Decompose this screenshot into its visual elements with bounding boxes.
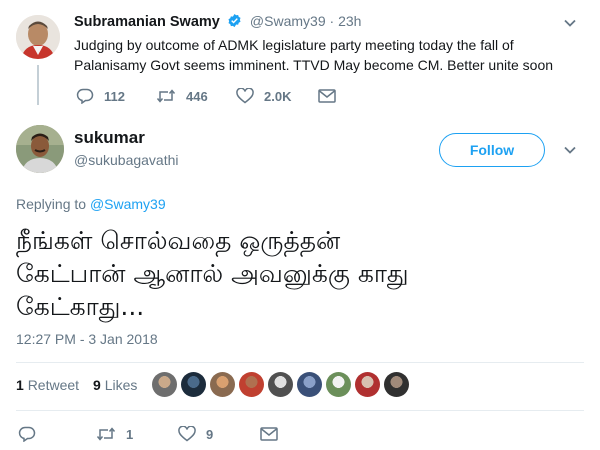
- liker-avatar[interactable]: [239, 372, 264, 397]
- divider: [16, 410, 584, 411]
- like-icon: [236, 88, 254, 104]
- parent-text-line: Palanisamy Govt seems imminent. TTVD May…: [74, 57, 554, 73]
- liker-avatar[interactable]: [210, 372, 235, 397]
- reply-icon: [76, 88, 94, 104]
- retweet-count: 1: [16, 377, 24, 393]
- main-text-line: கேட்காது...: [16, 292, 145, 321]
- parent-time[interactable]: 23h: [338, 13, 361, 29]
- follow-button[interactable]: Follow: [439, 133, 545, 167]
- liker-avatar[interactable]: [152, 372, 177, 397]
- liker-avatar[interactable]: [297, 372, 322, 397]
- retweet-button[interactable]: 1: [96, 426, 133, 442]
- parent-reply-count: 112: [104, 88, 125, 104]
- tweet-stats: 1 Retweet 9 Likes: [16, 377, 137, 393]
- liker-avatar[interactable]: [268, 372, 293, 397]
- like-icon: [178, 426, 196, 442]
- chevron-down-icon[interactable]: [562, 142, 578, 163]
- parent-message-button[interactable]: [318, 89, 346, 103]
- message-icon: [260, 427, 278, 441]
- retweet-action-count: 1: [126, 426, 134, 442]
- parent-text-line: Judging by outcome of ADMK legislature p…: [74, 37, 514, 53]
- likes-stat[interactable]: 9 Likes: [93, 377, 137, 393]
- liker-avatar[interactable]: [181, 372, 206, 397]
- likers-avatars: [152, 372, 409, 397]
- parent-like-button[interactable]: 2.0K: [236, 88, 291, 104]
- retweet-icon: [96, 427, 116, 441]
- main-handle[interactable]: @sukubagavathi: [74, 152, 179, 168]
- replying-prefix: Replying to: [16, 196, 87, 212]
- parent-retweet-button[interactable]: 446: [156, 88, 208, 104]
- thread-line: [37, 65, 39, 105]
- parent-retweet-count: 446: [186, 88, 208, 104]
- main-text-line: நீங்கள் சொல்வதை ஒருத்தன்: [16, 226, 341, 255]
- liker-avatar[interactable]: [326, 372, 351, 397]
- main-tweet-text: நீங்கள் சொல்வதை ஒருத்தன் கேட்பான் ஆனால் …: [16, 224, 586, 323]
- liker-avatar[interactable]: [355, 372, 380, 397]
- liker-avatar[interactable]: [384, 372, 409, 397]
- reply-button[interactable]: [18, 426, 46, 442]
- main-avatar[interactable]: [16, 125, 64, 173]
- parent-reply-button[interactable]: 112: [76, 88, 125, 104]
- chevron-down-icon[interactable]: [562, 15, 578, 36]
- retweets-stat[interactable]: 1 Retweet: [16, 377, 79, 393]
- meta-separator: ·: [329, 13, 335, 29]
- tweet-timestamp[interactable]: 12:27 PM - 3 Jan 2018: [16, 331, 158, 347]
- retweet-label: Retweet: [27, 377, 80, 393]
- like-action-count: 9: [206, 426, 214, 442]
- retweet-icon: [156, 89, 176, 103]
- like-label: Likes: [104, 377, 138, 393]
- like-button[interactable]: 9: [178, 426, 213, 442]
- divider: [16, 362, 584, 363]
- main-display-name[interactable]: sukumar: [74, 128, 145, 148]
- main-text-line: கேட்பான் ஆனால் அவனுக்கு காது: [16, 259, 409, 288]
- replying-handle-link[interactable]: @Swamy39: [90, 196, 166, 212]
- like-count: 9: [93, 377, 101, 393]
- verified-badge-icon: [227, 13, 242, 32]
- reply-icon: [18, 426, 36, 442]
- message-icon: [318, 89, 336, 103]
- parent-handle[interactable]: @Swamy39: [250, 13, 326, 29]
- message-button[interactable]: [260, 427, 288, 441]
- parent-avatar[interactable]: [16, 15, 60, 59]
- parent-author[interactable]: Subramanian Swamy @Swamy39 · 23h: [74, 13, 361, 32]
- parent-tweet-text: Judging by outcome of ADMK legislature p…: [74, 35, 574, 75]
- parent-like-count: 2.0K: [264, 88, 292, 104]
- replying-to: Replying to @Swamy39: [16, 196, 166, 212]
- parent-display-name[interactable]: Subramanian Swamy: [74, 14, 220, 30]
